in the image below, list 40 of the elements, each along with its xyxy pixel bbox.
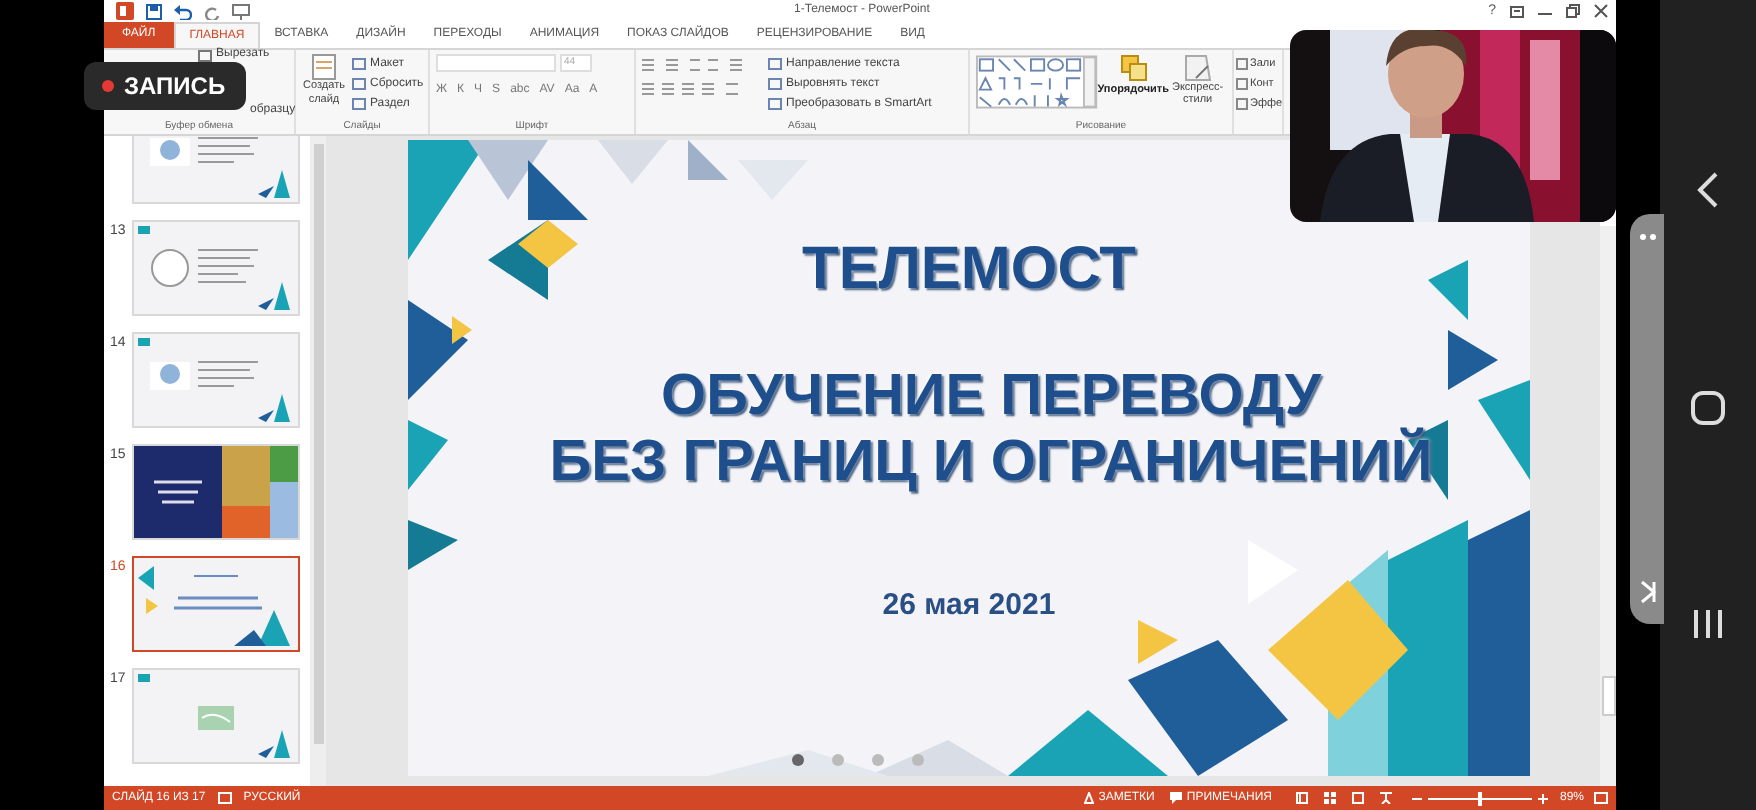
- side-panel-handle[interactable]: [1630, 214, 1664, 624]
- quick-styles-icon[interactable]: [1183, 54, 1212, 82]
- slide-heading: ОБУЧЕНИЕ ПЕРЕВОДУ: [661, 364, 1321, 428]
- back-icon[interactable]: [1696, 171, 1720, 207]
- presentation-icon[interactable]: [232, 3, 250, 19]
- close-icon[interactable]: [1594, 4, 1608, 18]
- normal-view-icon[interactable]: [1295, 792, 1308, 804]
- zoom-out-icon[interactable]: [1411, 793, 1422, 803]
- slideshow-icon[interactable]: [1379, 792, 1392, 804]
- scrollbar-thumb[interactable]: [1601, 676, 1615, 716]
- zoom-in-icon[interactable]: [1537, 793, 1548, 803]
- notes-icon: [1084, 792, 1095, 804]
- record-dot-icon: [102, 80, 114, 92]
- font-name-field[interactable]: [436, 54, 556, 72]
- comment-icon: [1170, 792, 1183, 804]
- scrollbar-thumb[interactable]: [313, 144, 323, 744]
- undo-icon[interactable]: [174, 3, 192, 19]
- new-slide-icon[interactable]: [312, 54, 336, 80]
- command-icon: [198, 49, 212, 61]
- align-buttons-icon[interactable]: [642, 82, 742, 96]
- home-icon[interactable]: [1690, 389, 1726, 425]
- redo-icon[interactable]: [204, 3, 220, 19]
- recent-apps-icon[interactable]: [1692, 607, 1724, 639]
- scrollbar[interactable]: [1600, 226, 1616, 786]
- slide-date: 26 мая 2021: [882, 586, 1056, 626]
- ribbon-display-icon[interactable]: [1510, 5, 1524, 17]
- restore-icon[interactable]: [1566, 4, 1580, 18]
- scrollbar[interactable]: [310, 136, 326, 786]
- collapse-icon: [1639, 580, 1655, 604]
- more-icon: [1639, 234, 1655, 240]
- slide-heading: БЕЗ ГРАНИЦ И ОГРАНИЧЕНИЙ: [549, 430, 1433, 496]
- save-icon[interactable]: [146, 3, 162, 19]
- arrange-icon[interactable]: [1119, 54, 1148, 82]
- slide-thumbnail[interactable]: [132, 556, 300, 652]
- recording-label: ЗАПИСЬ: [124, 70, 226, 104]
- fit-slide-icon[interactable]: [1594, 792, 1608, 804]
- slide-sorter-icon[interactable]: [1323, 792, 1336, 804]
- slide-title: ТЕЛЕМОСТ: [802, 236, 1136, 304]
- shapes-gallery-icon[interactable]: [976, 54, 1098, 110]
- slider-thumb[interactable]: [1477, 791, 1482, 805]
